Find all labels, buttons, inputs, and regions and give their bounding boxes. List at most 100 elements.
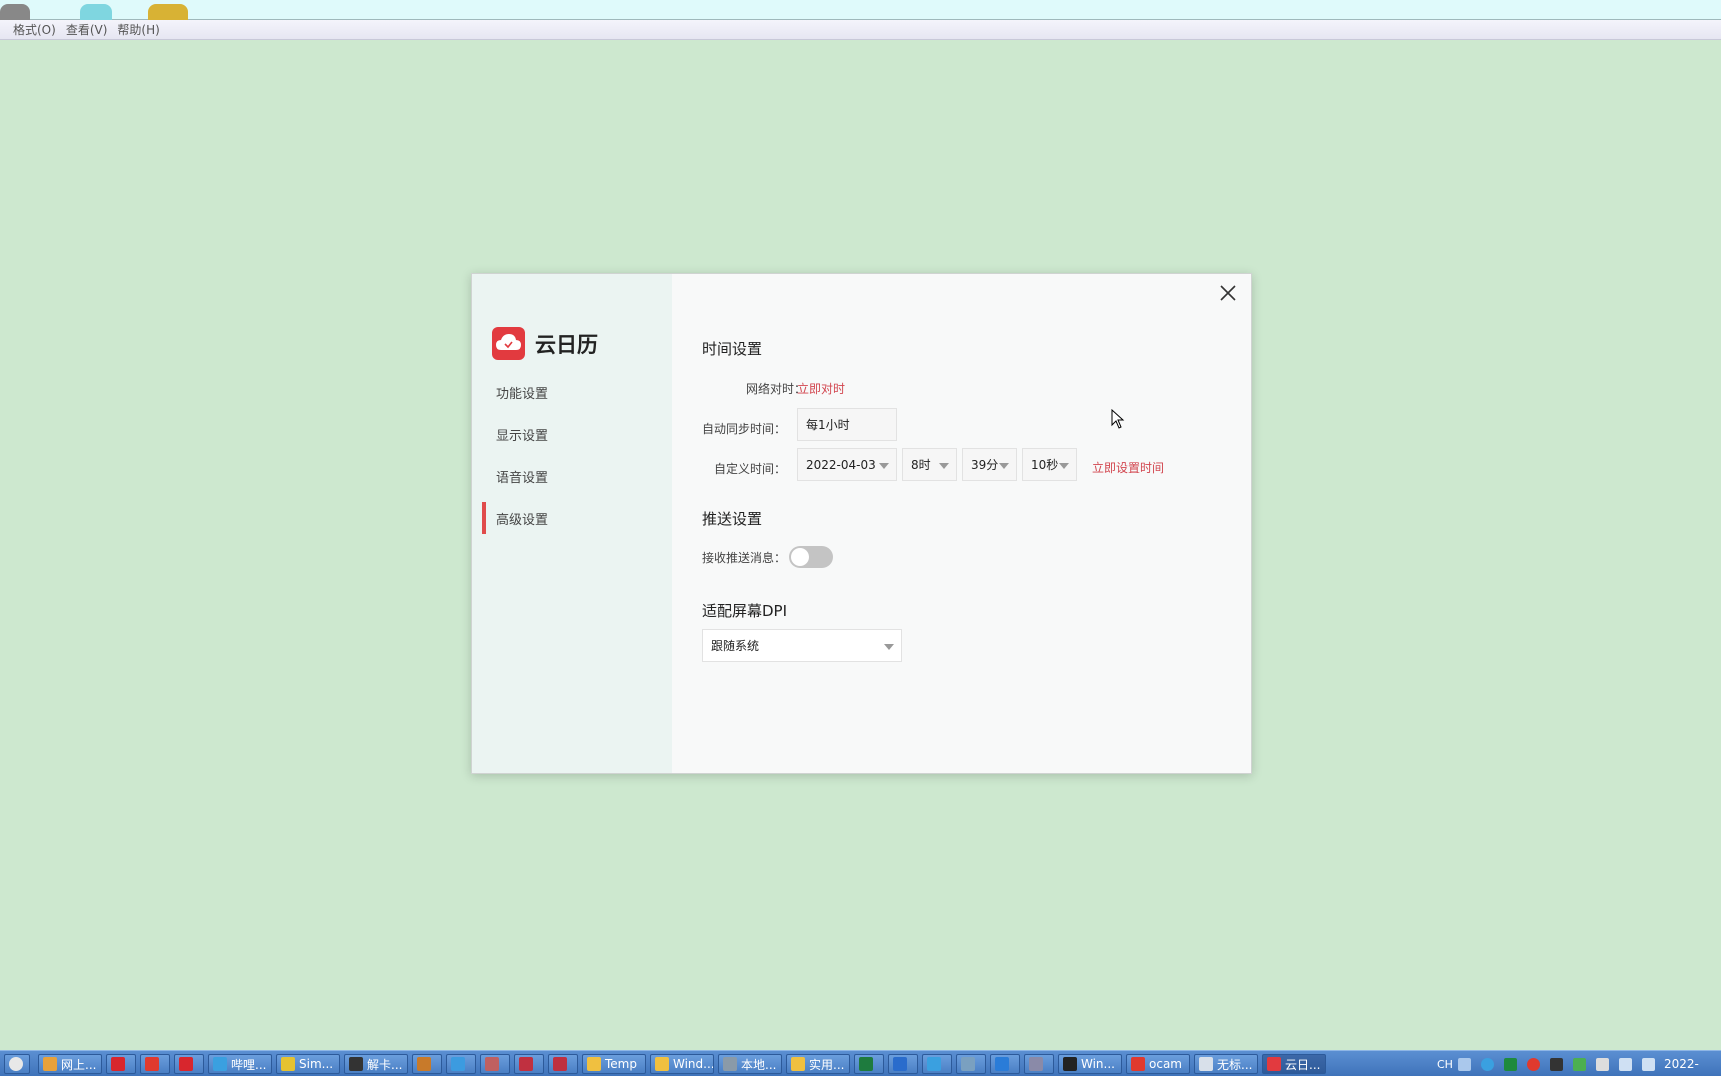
taskbar-button[interactable] xyxy=(922,1054,952,1074)
taskbar-button[interactable]: Temp xyxy=(582,1054,646,1074)
time-settings-title: 时间设置 xyxy=(702,340,763,358)
chevron-down-icon xyxy=(1059,463,1069,469)
menu-help[interactable]: 帮助(H) xyxy=(117,21,159,38)
toggle-knob xyxy=(791,548,809,566)
app-icon xyxy=(213,1057,227,1071)
app-icon xyxy=(723,1057,737,1071)
app-icon xyxy=(43,1057,57,1071)
date-select[interactable]: 2022-04-03 xyxy=(797,448,897,481)
app-icon xyxy=(1029,1057,1043,1071)
taskbar-button[interactable] xyxy=(174,1054,204,1074)
background-window-titlebar xyxy=(0,0,1721,20)
taskbar-button-label: ocam xyxy=(1149,1057,1182,1071)
sidebar-item-voice[interactable]: 语音设置 xyxy=(496,467,548,486)
sync-now-link[interactable]: 立即对时 xyxy=(797,380,845,397)
taskbar-button[interactable] xyxy=(1024,1054,1054,1074)
app-icon xyxy=(553,1057,567,1071)
taskbar-button-label: 解卡... xyxy=(367,1057,403,1072)
app-icon xyxy=(1063,1057,1077,1071)
mouse-cursor-icon xyxy=(1111,409,1125,429)
taskbar-button[interactable] xyxy=(548,1054,578,1074)
taskbar-button-label: Win... xyxy=(1081,1057,1115,1071)
signal-icon[interactable] xyxy=(1618,1057,1632,1071)
app-icon xyxy=(485,1057,499,1071)
taskbar-button[interactable] xyxy=(956,1054,986,1074)
record-icon[interactable] xyxy=(1526,1057,1540,1071)
cloud-calendar-logo-icon xyxy=(492,327,525,360)
clock[interactable]: 2022- xyxy=(1664,1057,1699,1071)
custom-time-label: 自定义时间： xyxy=(714,462,787,476)
second-select[interactable]: 10秒 xyxy=(1022,448,1077,481)
start-button[interactable] xyxy=(4,1054,30,1074)
push-settings-title: 推送设置 xyxy=(702,510,763,528)
sidebar-item-advanced[interactable]: 高级设置 xyxy=(496,509,548,528)
taskbar-button-label: 网上... xyxy=(61,1057,97,1072)
app-icon xyxy=(281,1057,295,1071)
menu-view[interactable]: 查看(V) xyxy=(66,21,108,38)
input-language-indicator[interactable]: CH xyxy=(1437,1058,1453,1071)
net-sync-label: 网络对时： xyxy=(745,382,806,396)
taskbar-button[interactable]: Wind... xyxy=(650,1054,714,1074)
minute-value: 39分 xyxy=(971,458,999,472)
taskbar-button[interactable] xyxy=(106,1054,136,1074)
usb-icon[interactable] xyxy=(1595,1057,1609,1071)
taskbar-button[interactable]: ocam xyxy=(1126,1054,1190,1074)
auto-sync-select[interactable]: 每1小时 xyxy=(797,408,897,441)
minute-select[interactable]: 39分 xyxy=(962,448,1017,481)
receive-push-toggle[interactable] xyxy=(789,546,833,568)
app-icon xyxy=(145,1057,159,1071)
app-icon xyxy=(519,1057,533,1071)
taskbar-button[interactable] xyxy=(990,1054,1020,1074)
taskbar-button[interactable]: 实用... xyxy=(786,1054,850,1074)
taskbar-button[interactable]: 网上... xyxy=(38,1054,102,1074)
tray-app-icon[interactable] xyxy=(1549,1057,1563,1071)
taskbar-button[interactable]: Sim... xyxy=(276,1054,340,1074)
tray-app-icon[interactable] xyxy=(1503,1057,1517,1071)
app-icon xyxy=(791,1057,805,1071)
taskbar-button[interactable]: Win... xyxy=(1058,1054,1122,1074)
taskbar-button[interactable] xyxy=(480,1054,510,1074)
app-icon xyxy=(995,1057,1009,1071)
start-icon xyxy=(9,1057,23,1071)
taskbar-button[interactable]: 云日... xyxy=(1262,1054,1326,1074)
taskbar-button[interactable] xyxy=(140,1054,170,1074)
app-icon xyxy=(417,1057,431,1071)
taskbar: 网上... 哔哩... Sim... 解卡... Temp Wind... 本地... 实用.… xyxy=(0,1050,1721,1076)
shield-icon[interactable] xyxy=(1572,1057,1586,1071)
auto-sync-value: 每1小时 xyxy=(806,418,850,432)
taskbar-button-label: 本地... xyxy=(741,1057,777,1072)
taskbar-button[interactable]: 本地... xyxy=(718,1054,782,1074)
taskbar-button[interactable] xyxy=(888,1054,918,1074)
taskbar-button[interactable] xyxy=(446,1054,476,1074)
taskbar-button[interactable] xyxy=(514,1054,544,1074)
app-icon xyxy=(179,1057,193,1071)
close-icon xyxy=(1220,285,1236,301)
taskbar-button-label: 无标... xyxy=(1217,1057,1253,1072)
app-icon xyxy=(893,1057,907,1071)
taskbar-button-label: 哔哩... xyxy=(231,1057,267,1072)
keyboard-icon[interactable] xyxy=(1457,1057,1471,1071)
sidebar-item-function[interactable]: 功能设置 xyxy=(496,383,548,402)
sidebar-item-display[interactable]: 显示设置 xyxy=(496,425,548,444)
chevron-down-icon xyxy=(884,644,894,650)
taskbar-button[interactable]: 无标... xyxy=(1194,1054,1258,1074)
hour-value: 8时 xyxy=(911,458,931,472)
taskbar-button[interactable] xyxy=(854,1054,884,1074)
chevron-down-icon xyxy=(879,463,889,469)
menu-format[interactable]: 格式(O) xyxy=(13,21,56,38)
taskbar-button[interactable]: 解卡... xyxy=(344,1054,408,1074)
dpi-select[interactable]: 跟随系统 xyxy=(702,629,902,662)
network-icon[interactable] xyxy=(1480,1057,1494,1071)
set-time-now-link[interactable]: 立即设置时间 xyxy=(1092,459,1164,476)
taskbar-button[interactable] xyxy=(412,1054,442,1074)
taskbar-button-label: Wind... xyxy=(673,1057,714,1071)
app-icon xyxy=(655,1057,669,1071)
date-value: 2022-04-03 xyxy=(806,457,876,472)
app-icon xyxy=(80,4,112,20)
hour-select[interactable]: 8时 xyxy=(902,448,957,481)
active-indicator xyxy=(482,502,486,534)
taskbar-button[interactable]: 哔哩... xyxy=(208,1054,272,1074)
close-button[interactable] xyxy=(1217,282,1239,304)
volume-icon[interactable] xyxy=(1641,1057,1655,1071)
app-icon xyxy=(859,1057,873,1071)
